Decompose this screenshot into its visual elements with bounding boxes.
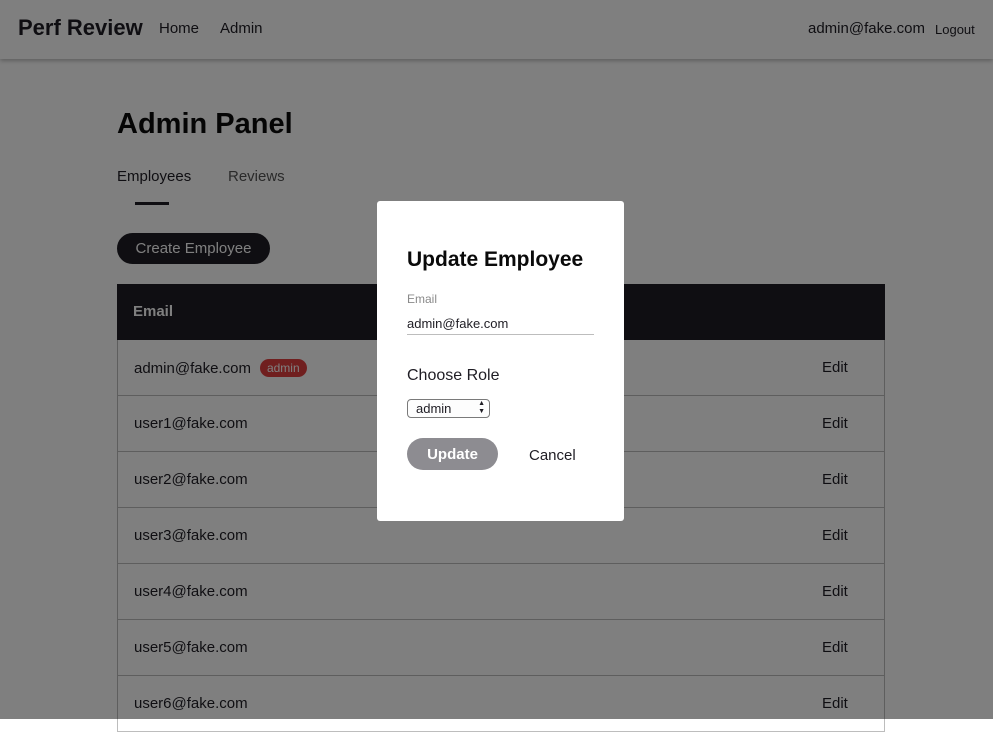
email-field-label: Email: [407, 292, 438, 306]
role-select[interactable]: admin ▲ ▼: [407, 399, 490, 418]
choose-role-label: Choose Role: [407, 367, 500, 384]
page: Perf Review Home Admin admin@fake.com Lo…: [0, 0, 993, 732]
cancel-button[interactable]: Cancel: [529, 447, 576, 464]
role-select-value: admin: [416, 401, 452, 416]
select-arrows-icon: ▲ ▼: [478, 400, 485, 415]
dialog-title: Update Employee: [407, 248, 584, 271]
update-button[interactable]: Update: [407, 438, 498, 470]
update-employee-dialog: Update Employee Email Choose Role admin …: [377, 201, 624, 521]
email-field[interactable]: [407, 313, 594, 335]
